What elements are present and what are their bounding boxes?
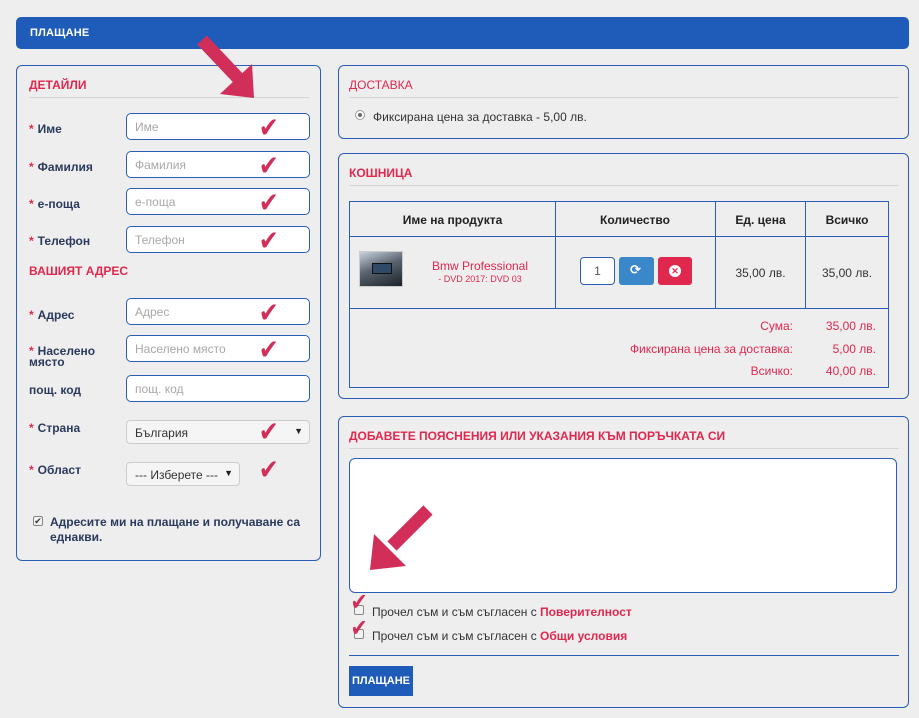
same-address-checkbox[interactable]: ✔	[33, 516, 43, 526]
privacy-link[interactable]: Поверителност	[540, 605, 632, 619]
page-title: ПЛАЩАНЕ	[30, 27, 90, 39]
column-header: Ед. цена	[735, 213, 786, 227]
first-name-label: * Име	[29, 122, 62, 136]
notes-title: ДОБАВЕТЕ ПОЯСНЕНИЯ ИЛИ УКАЗАНИЯ КЪМ ПОРЪ…	[349, 429, 726, 443]
chevron-down-icon: ▼	[224, 468, 233, 478]
email-label: * е-поща	[29, 197, 80, 211]
privacy-consent-text: Прочел съм и съм съгласен с Поверителнос…	[372, 605, 632, 619]
city-input[interactable]	[126, 335, 310, 362]
phone-input[interactable]	[126, 226, 310, 253]
first-name-input[interactable]	[126, 113, 310, 140]
checkmark-icon: ✔	[350, 588, 368, 616]
street-input[interactable]	[126, 298, 310, 325]
product-variant: - DVD 2017: DVD 03	[438, 274, 522, 284]
region-value: --- Изберете ---	[135, 468, 219, 482]
remove-icon: ✕	[669, 265, 681, 277]
shipping-value: 5,00 лв.	[832, 342, 876, 356]
checkout-header: ПЛАЩАНЕ	[16, 17, 909, 49]
pay-button[interactable]: ПЛАЩАНЕ	[349, 666, 413, 696]
country-value: България	[135, 426, 189, 440]
address-title: ВАШИЯТ АДРЕС	[29, 264, 129, 278]
cart-table: Име на продукта Количество Ед. цена Всич…	[349, 201, 889, 388]
checkmark-icon: ✔	[258, 453, 279, 486]
checkmark-icon: ✔	[350, 614, 368, 642]
refresh-icon: ⟳	[630, 263, 641, 278]
email-input[interactable]	[126, 188, 310, 215]
total-value: 40,00 лв.	[825, 364, 876, 378]
remove-button[interactable]: ✕	[658, 257, 692, 285]
cart-title: КОШНИЦА	[349, 166, 413, 180]
delivery-panel: ДОСТАВКА Фиксирана цена за доставка - 5,…	[338, 65, 909, 139]
last-name-input[interactable]	[126, 151, 310, 178]
delivery-title: ДОСТАВКА	[349, 78, 413, 92]
subtotal-value: 35,00 лв.	[825, 319, 876, 333]
unit-price: 35,00 лв.	[735, 266, 786, 280]
city-label: * Населено място	[29, 344, 96, 369]
subtotal-label: Сума:	[760, 319, 793, 333]
cart-header-row: Име на продукта Количество Ед. цена Всич…	[350, 202, 888, 237]
street-label: * Адрес	[29, 308, 75, 322]
refresh-button[interactable]: ⟳	[619, 257, 654, 285]
terms-consent-text: Прочел съм и съм съгласен с Общи условия	[372, 629, 628, 643]
pointer-arrow-icon	[197, 35, 254, 98]
checkmark-icon: ✔	[258, 111, 279, 144]
quantity-input[interactable]: 1	[580, 257, 615, 285]
checkmark-icon: ✔	[258, 296, 279, 329]
checkmark-icon: ✔	[258, 186, 279, 219]
zip-label: пощ. код	[29, 383, 82, 397]
details-title: ДЕТАЙЛИ	[29, 78, 87, 92]
details-panel: ДЕТАЙЛИ *Име *Фамилия *е-поща *Телефон В…	[16, 65, 321, 561]
phone-label: * Телефон	[29, 234, 91, 248]
delivery-radio[interactable]	[355, 110, 365, 120]
checkmark-icon: ✔	[258, 333, 279, 366]
column-header: Количество	[600, 213, 670, 227]
product-name-link[interactable]: Bmw Professional	[410, 259, 550, 273]
total-label: Всичко:	[750, 364, 793, 378]
pointer-arrow-icon	[370, 505, 433, 570]
shipping-label: Фиксирана цена за доставка:	[629, 342, 793, 356]
checkmark-icon: ✔	[258, 415, 279, 448]
country-select[interactable]: България ▼	[126, 420, 310, 444]
delivery-option-label: Фиксирана цена за доставка - 5,00 лв.	[373, 110, 587, 124]
product-thumbnail[interactable]	[359, 251, 403, 287]
cart-panel: КОШНИЦА Име на продукта Количество Ед. ц…	[338, 153, 909, 399]
terms-link[interactable]: Общи условия	[540, 629, 627, 643]
region-label: * Област	[29, 463, 81, 477]
zip-input[interactable]	[126, 375, 310, 402]
region-select[interactable]: --- Изберете --- ▼	[126, 462, 240, 486]
checkmark-icon: ✔	[258, 149, 279, 182]
column-header: Всичко	[825, 213, 869, 227]
checkmark-icon: ✔	[258, 224, 279, 257]
column-header: Име на продукта	[402, 213, 503, 227]
same-address-label: Адресите ми на плащане и получаване са е…	[50, 515, 301, 544]
line-total: 35,00 лв.	[821, 266, 873, 280]
table-row: Bmw Professional - DVD 2017: DVD 03 1 ⟳ …	[350, 237, 888, 309]
last-name-label: * Фамилия	[29, 160, 93, 174]
country-label: * Страна	[29, 421, 81, 435]
chevron-down-icon: ▼	[294, 426, 303, 436]
